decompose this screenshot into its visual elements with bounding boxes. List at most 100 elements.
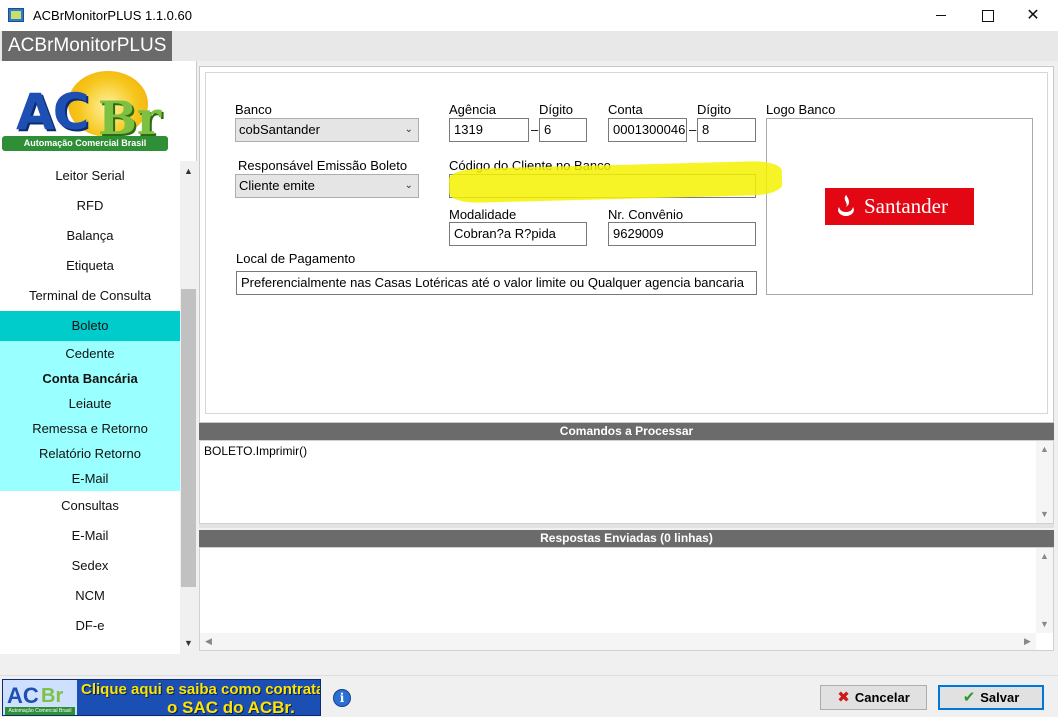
comandos-header: Comandos a Processar xyxy=(199,423,1054,440)
conta-label: Conta xyxy=(608,102,643,117)
sidebar-item-balanca[interactable]: Balança xyxy=(0,221,180,251)
info-icon[interactable]: i xyxy=(333,689,351,707)
chevron-down-icon[interactable]: ▼ xyxy=(1036,616,1053,633)
status-line xyxy=(0,654,1058,676)
agencia-label: Agência xyxy=(449,102,496,117)
cancel-x-icon: ✖ xyxy=(837,689,850,706)
acbr-logo: AC Br Automação Comercial Brasil xyxy=(0,61,197,158)
chevron-down-icon[interactable]: ▼ xyxy=(1036,506,1053,523)
sidebar-item-etiqueta[interactable]: Etiqueta xyxy=(0,251,180,281)
chevron-right-icon[interactable]: ▶ xyxy=(1019,633,1036,650)
sidebar-item-sat[interactable]: SAT xyxy=(0,641,180,654)
chevron-down-icon[interactable]: ▼ xyxy=(180,635,197,652)
window-title: ACBrMonitorPLUS 1.1.0.60 xyxy=(33,8,192,23)
banner-line-2: o SAC do ACBr. xyxy=(167,698,295,716)
sidebar-subitem-email[interactable]: E-Mail xyxy=(0,466,180,491)
main-panel: Banco cobSantander ⌄ Agência 1319 – Dígi… xyxy=(197,61,1058,654)
agencia-digito-label: Dígito xyxy=(539,102,573,117)
footer: AC Br Automação Comercial Brasil Clique … xyxy=(0,654,1058,717)
banco-select[interactable]: cobSantander ⌄ xyxy=(235,118,419,142)
app-header: ACBrMonitorPLUS xyxy=(0,31,1058,61)
conta-dash: – xyxy=(689,122,697,137)
respostas-memo[interactable]: ▲ ▼ ◀ ▶ xyxy=(199,547,1054,651)
close-button[interactable]: ✕ xyxy=(1010,0,1056,31)
sidebar-item-consultas[interactable]: Consultas xyxy=(0,491,180,521)
minimize-button[interactable] xyxy=(918,0,964,31)
banner-mini-left: AC xyxy=(7,683,39,708)
app-title: ACBrMonitorPLUS xyxy=(2,31,173,61)
save-button[interactable]: ✔ Salvar xyxy=(938,685,1044,710)
close-icon: ✕ xyxy=(1026,7,1040,24)
sidebar-submenu-boleto: Cedente Conta Bancária Leiaute Remessa e… xyxy=(0,341,180,491)
sidebar-subitem-conta-bancaria[interactable]: Conta Bancária xyxy=(0,366,180,391)
santander-logo: Santander xyxy=(825,188,974,225)
convenio-field[interactable]: 9629009 xyxy=(608,222,756,246)
sidebar: AC Br Automação Comercial Brasil Leitor … xyxy=(0,61,197,654)
modalidade-label: Modalidade xyxy=(449,207,517,222)
maximize-button[interactable] xyxy=(964,0,1010,31)
chevron-down-icon: ⌄ xyxy=(404,180,413,191)
sidebar-item-leitor-serial[interactable]: Leitor Serial xyxy=(0,161,180,191)
conta-bancaria-form: Banco cobSantander ⌄ Agência 1319 – Dígi… xyxy=(205,72,1048,414)
sidebar-menu: Leitor Serial RFD Balança Etiqueta Termi… xyxy=(0,161,180,654)
convenio-label: Nr. Convênio xyxy=(608,207,684,222)
cancel-button-label: Cancelar xyxy=(854,690,910,705)
sidebar-item-email[interactable]: E-Mail xyxy=(0,521,180,551)
chevron-left-icon[interactable]: ◀ xyxy=(200,633,217,650)
app-icon xyxy=(8,8,24,22)
agencia-dash: – xyxy=(531,122,539,137)
cancel-button[interactable]: ✖ Cancelar xyxy=(820,685,927,710)
sidebar-item-ncm[interactable]: NCM xyxy=(0,581,180,611)
respostas-header: Respostas Enviadas (0 linhas) xyxy=(199,530,1054,547)
santander-flame-icon xyxy=(838,195,854,216)
santander-logo-text: Santander xyxy=(864,194,948,218)
banner-mini-tag: Automação Comercial Brasil xyxy=(5,707,75,715)
banner-mini-logo: AC Br Automação Comercial Brasil xyxy=(3,680,77,715)
sidebar-subitem-remessa-retorno[interactable]: Remessa e Retorno xyxy=(0,416,180,441)
comandos-text: BOLETO.Imprimir() xyxy=(204,444,308,458)
conta-digito-label: Dígito xyxy=(697,102,731,117)
chevron-up-icon[interactable]: ▲ xyxy=(1036,548,1053,565)
sidebar-subitem-cedente[interactable]: Cedente xyxy=(0,341,180,366)
agencia-digito-field[interactable]: 6 xyxy=(539,118,587,142)
logo-mark-left: AC xyxy=(16,83,89,141)
banco-select-value: cobSantander xyxy=(239,122,320,137)
comandos-scrollbar[interactable]: ▲ ▼ xyxy=(1036,441,1053,523)
sidebar-subitem-leiaute[interactable]: Leiaute xyxy=(0,391,180,416)
conta-digito-field[interactable]: 8 xyxy=(697,118,756,142)
modalidade-field[interactable]: Cobran?a R?pida xyxy=(449,222,587,246)
title-bar: ACBrMonitorPLUS 1.1.0.60 ✕ xyxy=(0,0,1058,31)
chevron-up-icon[interactable]: ▲ xyxy=(180,163,197,180)
responsavel-select-value: Cliente emite xyxy=(239,178,315,193)
sidebar-item-terminal-consulta[interactable]: Terminal de Consulta xyxy=(0,281,180,311)
save-button-label: Salvar xyxy=(980,690,1020,705)
panel-splitter[interactable] xyxy=(199,524,1054,528)
local-pagamento-label: Local de Pagamento xyxy=(236,251,356,266)
banco-label: Banco xyxy=(235,102,272,117)
chevron-up-icon[interactable]: ▲ xyxy=(1036,441,1053,458)
chevron-down-icon: ⌄ xyxy=(404,124,413,135)
banner-mini-right: Br xyxy=(41,685,64,707)
respostas-hscrollbar[interactable]: ◀ ▶ xyxy=(200,633,1036,650)
respostas-vscrollbar[interactable]: ▲ ▼ xyxy=(1036,548,1053,633)
logo-tagline: Automação Comercial Brasil xyxy=(2,136,168,151)
conta-bancaria-frame: Banco cobSantander ⌄ Agência 1319 – Dígi… xyxy=(199,66,1054,423)
sidebar-subitem-relatorio-retorno[interactable]: Relatório Retorno xyxy=(0,441,180,466)
local-pagamento-field[interactable]: Preferencialmente nas Casas Lotéricas at… xyxy=(236,271,757,295)
sidebar-item-sedex[interactable]: Sedex xyxy=(0,551,180,581)
logo-banco-label: Logo Banco xyxy=(766,102,836,117)
comandos-memo[interactable]: BOLETO.Imprimir() ▲ ▼ xyxy=(199,440,1054,524)
sac-banner[interactable]: AC Br Automação Comercial Brasil Clique … xyxy=(2,679,321,716)
responsavel-label: Responsável Emissão Boleto xyxy=(238,158,408,173)
responsavel-select[interactable]: Cliente emite ⌄ xyxy=(235,174,419,198)
sidebar-scrollbar[interactable]: ▲ ▼ xyxy=(180,161,197,654)
sidebar-item-dfe[interactable]: DF-e xyxy=(0,611,180,641)
sidebar-scroll-thumb[interactable] xyxy=(181,289,196,587)
check-icon: ✔ xyxy=(962,689,976,706)
sidebar-item-rfd[interactable]: RFD xyxy=(0,191,180,221)
banner-line-1: Clique aqui e saiba como contratar xyxy=(81,681,321,698)
agencia-field[interactable]: 1319 xyxy=(449,118,529,142)
logo-banco-box: Santander xyxy=(766,118,1033,295)
conta-field[interactable]: 0001300046 xyxy=(608,118,687,142)
sidebar-item-boleto[interactable]: Boleto xyxy=(0,311,180,341)
